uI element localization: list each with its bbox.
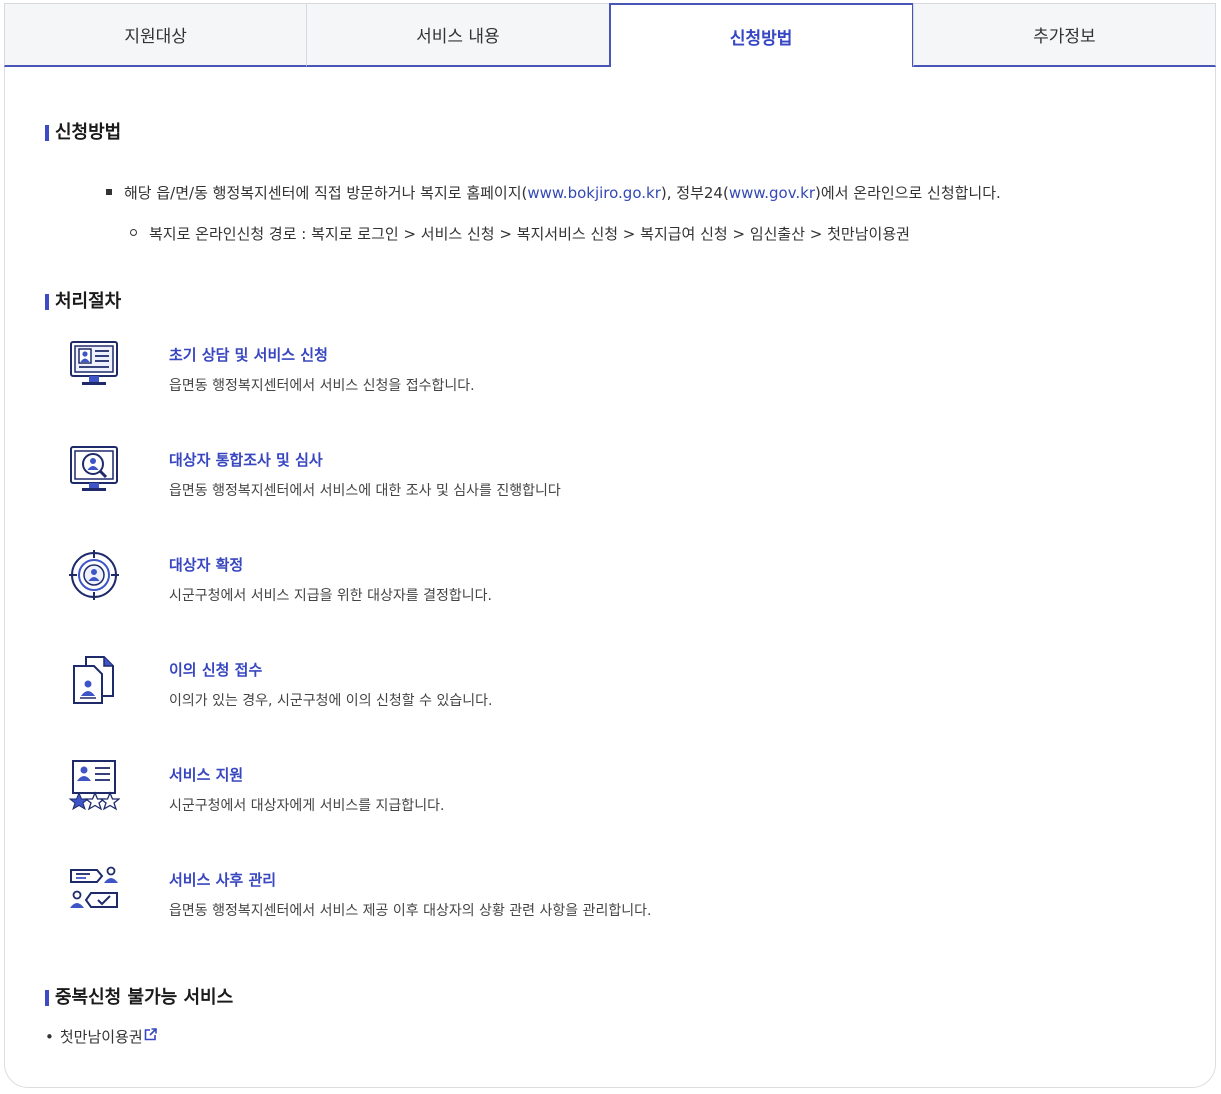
list-bullet: • [45, 1028, 54, 1046]
process-step: 서비스 사후 관리 읍면동 행정복지센터에서 서비스 제공 이후 대상자의 상황… [68, 866, 968, 930]
process-step: 대상자 확정 시군구청에서 서비스 지급을 위한 대상자를 결정합니다. [68, 550, 968, 615]
external-link-icon [144, 1028, 157, 1041]
monitor-search-icon [70, 446, 118, 491]
step-description: 읍면동 행정복지센터에서 서비스 제공 이후 대상자의 상황 관련 사항을 관리… [169, 903, 652, 919]
section-title-duplicate: 중복신청 불가능 서비스 [45, 988, 233, 1008]
tab-bar: 지원대상 서비스 내용 신청방법 추가정보 [4, 3, 1216, 67]
step-title: 이의 신청 접수 [169, 661, 263, 679]
process-step: 서비스 지원 시군구청에서 대상자에게 서비스를 지급합니다. [68, 760, 968, 825]
tab-additional-info[interactable]: 추가정보 [912, 3, 1216, 67]
process-step: 초기 상담 및 서비스 신청 읍면동 행정복지센터에서 서비스 신청을 접수합니… [68, 341, 968, 405]
tab-service-content[interactable]: 서비스 내용 [306, 3, 610, 67]
circle-bullet-icon [130, 229, 137, 236]
tab-application-method[interactable]: 신청방법 [608, 3, 914, 67]
profile-stars-icon [68, 760, 120, 811]
process-step: 대상자 통합조사 및 심사 읍면동 행정복지센터에서 서비스에 대한 조사 및 … [68, 446, 968, 510]
section-title-apply: 신청방법 [45, 123, 121, 143]
apply-method-item: 해당 읍/면/동 행정복지센터에 직접 방문하거나 복지로 홈페이지(www.b… [106, 182, 1001, 204]
step-description: 시군구청에서 대상자에게 서비스를 지급합니다. [169, 798, 445, 814]
step-description: 읍면동 행정복지센터에서 서비스 신청을 접수합니다. [169, 378, 475, 394]
step-title: 대상자 확정 [169, 556, 244, 574]
tab-eligibility[interactable]: 지원대상 [4, 3, 308, 67]
step-description: 이의가 있는 경우, 시군구청에 이의 신청할 수 있습니다. [169, 693, 493, 709]
monitor-profile-icon [70, 341, 118, 385]
step-description: 읍면동 행정복지센터에서 서비스에 대한 조사 및 심사를 진행합니다 [169, 483, 561, 499]
gov24-link[interactable]: www.gov.kr [729, 184, 815, 202]
online-route-item: 복지로 온라인신청 경로 : 복지로 로그인 > 서비스 신청 > 복지서비스 … [130, 223, 910, 245]
duplicate-service-link[interactable]: • 첫만남이용권 [45, 1026, 157, 1048]
bokjiro-link[interactable]: www.bokjiro.go.kr [527, 184, 661, 202]
documents-icon [73, 656, 114, 704]
step-title: 서비스 지원 [169, 766, 244, 784]
square-bullet-icon [106, 188, 112, 195]
step-title: 대상자 통합조사 및 심사 [169, 451, 323, 469]
target-person-icon [69, 550, 119, 600]
step-description: 시군구청에서 서비스 지급을 위한 대상자를 결정합니다. [169, 588, 492, 604]
chat-check-icon [70, 866, 118, 908]
process-step: 이의 신청 접수 이의가 있는 경우, 시군구청에 이의 신청할 수 있습니다. [68, 656, 968, 720]
step-title: 서비스 사후 관리 [169, 871, 277, 889]
duplicate-service-label: 첫만남이용권 [59, 1028, 143, 1046]
step-title: 초기 상담 및 서비스 신청 [169, 346, 328, 364]
section-title-process: 처리절차 [45, 292, 121, 312]
